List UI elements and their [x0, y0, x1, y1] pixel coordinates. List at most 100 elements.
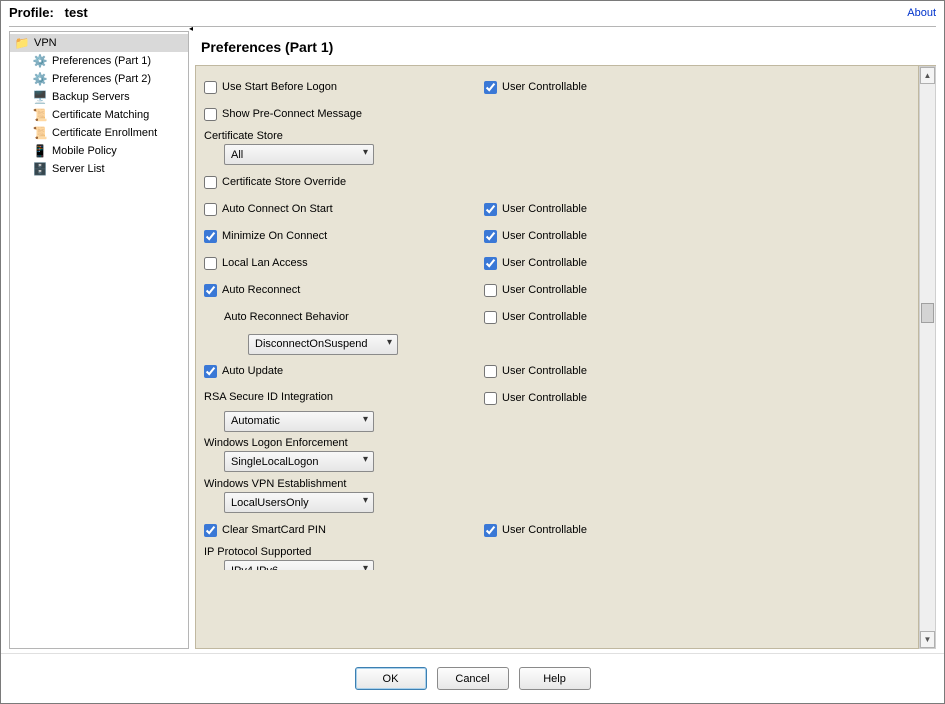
show-pre-connect-checkbox[interactable]: Show Pre-Connect Message: [204, 108, 362, 121]
cancel-button[interactable]: Cancel: [437, 667, 509, 690]
about-link[interactable]: About: [907, 7, 936, 19]
profile-prefix: Profile:: [9, 5, 54, 20]
tree-item-label: Certificate Matching: [52, 109, 149, 121]
auto-update-checkbox[interactable]: Auto Update: [204, 365, 283, 378]
checkbox-label: Clear SmartCard PIN: [222, 524, 326, 536]
ip-proto-select[interactable]: IPv4,IPv6: [224, 560, 374, 570]
scroll-track[interactable]: [920, 84, 935, 631]
content-pane: Preferences (Part 1) Use Start Before Lo…: [195, 31, 936, 649]
checkbox-label: User Controllable: [502, 392, 587, 404]
tree-item-label: Certificate Enrollment: [52, 127, 157, 139]
tree-root-vpn[interactable]: 📁 VPN: [10, 34, 188, 52]
rsa-select-wrap: Automatic: [224, 411, 374, 432]
win-vpn-est-label: Windows VPN Establishment: [204, 478, 910, 490]
mobile-icon: 📱: [32, 143, 48, 159]
help-button[interactable]: Help: [519, 667, 591, 690]
rsa-label: RSA Secure ID Integration: [204, 391, 484, 403]
uc-input[interactable]: [484, 284, 497, 297]
tree-item-mobile-policy[interactable]: 📱 Mobile Policy: [10, 142, 188, 160]
uc-auto-update-checkbox[interactable]: User Controllable: [484, 365, 587, 378]
profile-name: test: [65, 5, 88, 20]
uc-input[interactable]: [484, 311, 497, 324]
auto-reconnect-checkbox[interactable]: Auto Reconnect: [204, 284, 300, 297]
footer: OK Cancel Help: [1, 653, 944, 703]
win-vpn-est-select-wrap: LocalUsersOnly: [224, 492, 374, 513]
cert-store-override-checkbox[interactable]: Certificate Store Override: [204, 176, 346, 189]
uc-input[interactable]: [484, 365, 497, 378]
checkbox-label: Auto Update: [222, 365, 283, 377]
win-vpn-est-select[interactable]: LocalUsersOnly: [224, 492, 374, 513]
uc-rsa-checkbox[interactable]: User Controllable: [484, 392, 587, 405]
uc-local-lan-access-checkbox[interactable]: User Controllable: [484, 257, 587, 270]
checkbox-label: Local Lan Access: [222, 257, 308, 269]
uc-use-start-before-logon-checkbox[interactable]: User Controllable: [484, 81, 587, 94]
gear-icon: ⚙️: [32, 53, 48, 69]
tree-item-server-list[interactable]: 🗄️ Server List: [10, 160, 188, 178]
tree-item-preferences-2[interactable]: ⚙️ Preferences (Part 2): [10, 70, 188, 88]
tree-item-label: Preferences (Part 2): [52, 73, 151, 85]
auto-reconnect-behavior-select[interactable]: DisconnectOnSuspend: [248, 334, 398, 355]
clear-smartcard-pin-checkbox[interactable]: Clear SmartCard PIN: [204, 524, 326, 537]
chevron-down-icon: ▼: [924, 635, 932, 644]
uc-auto-reconnect-behavior-checkbox[interactable]: User Controllable: [484, 311, 587, 324]
uc-input[interactable]: [484, 392, 497, 405]
scroll-up-button[interactable]: ▲: [920, 67, 935, 84]
checkbox-label: User Controllable: [502, 365, 587, 377]
tree-item-label: Server List: [52, 163, 105, 175]
uc-input[interactable]: [484, 81, 497, 94]
folder-icon: 📁: [14, 35, 30, 51]
preferences-panel: Use Start Before Logon User Controllable: [195, 66, 919, 649]
checkbox-label: Show Pre-Connect Message: [222, 108, 362, 120]
tree-item-cert-enrollment[interactable]: 📜 Certificate Enrollment: [10, 124, 188, 142]
auto-update-input[interactable]: [204, 365, 217, 378]
vertical-scrollbar[interactable]: ▲ ▼: [919, 66, 936, 649]
cert-store-override-input[interactable]: [204, 176, 217, 189]
uc-input[interactable]: [484, 524, 497, 537]
checkbox-label: User Controllable: [502, 203, 587, 215]
win-logon-enf-select-wrap: SingleLocalLogon: [224, 451, 374, 472]
use-start-before-logon-input[interactable]: [204, 81, 217, 94]
win-logon-enf-label: Windows Logon Enforcement: [204, 437, 910, 449]
tree-item-backup-servers[interactable]: 🖥️ Backup Servers: [10, 88, 188, 106]
minimize-on-connect-checkbox[interactable]: Minimize On Connect: [204, 230, 327, 243]
tree-root-label: VPN: [34, 37, 57, 49]
auto-connect-on-start-input[interactable]: [204, 203, 217, 216]
uc-minimize-on-connect-checkbox[interactable]: User Controllable: [484, 230, 587, 243]
tree-item-cert-matching[interactable]: 📜 Certificate Matching: [10, 106, 188, 124]
uc-clear-smartcard-pin-checkbox[interactable]: User Controllable: [484, 524, 587, 537]
gear-icon: ⚙️: [32, 71, 48, 87]
auto-connect-on-start-checkbox[interactable]: Auto Connect On Start: [204, 203, 333, 216]
tree-item-label: Backup Servers: [52, 91, 130, 103]
tree-item-preferences-1[interactable]: ⚙️ Preferences (Part 1): [10, 52, 188, 70]
ip-proto-label: IP Protocol Supported: [204, 546, 910, 558]
checkbox-label: User Controllable: [502, 284, 587, 296]
checkbox-label: Auto Connect On Start: [222, 203, 333, 215]
tree-item-label: Mobile Policy: [52, 145, 117, 157]
ok-button[interactable]: OK: [355, 667, 427, 690]
certificate-icon: 📜: [32, 125, 48, 141]
uc-auto-reconnect-checkbox[interactable]: User Controllable: [484, 284, 587, 297]
uc-input[interactable]: [484, 257, 497, 270]
nav-tree[interactable]: 📁 VPN ⚙️ Preferences (Part 1) ⚙️ Prefere…: [9, 31, 189, 649]
checkbox-label: User Controllable: [502, 524, 587, 536]
use-start-before-logon-checkbox[interactable]: Use Start Before Logon: [204, 81, 337, 94]
rsa-select[interactable]: Automatic: [224, 411, 374, 432]
auto-reconnect-input[interactable]: [204, 284, 217, 297]
win-logon-enf-select[interactable]: SingleLocalLogon: [224, 451, 374, 472]
uc-input[interactable]: [484, 203, 497, 216]
local-lan-access-checkbox[interactable]: Local Lan Access: [204, 257, 308, 270]
scroll-thumb[interactable]: [921, 303, 934, 323]
clear-smartcard-pin-input[interactable]: [204, 524, 217, 537]
certificate-icon: 📜: [32, 107, 48, 123]
scroll-down-button[interactable]: ▼: [920, 631, 935, 648]
minimize-on-connect-input[interactable]: [204, 230, 217, 243]
show-pre-connect-input[interactable]: [204, 108, 217, 121]
uc-auto-connect-on-start-checkbox[interactable]: User Controllable: [484, 203, 587, 216]
uc-input[interactable]: [484, 230, 497, 243]
cert-store-select[interactable]: All: [224, 144, 374, 165]
local-lan-access-input[interactable]: [204, 257, 217, 270]
checkbox-label: Use Start Before Logon: [222, 81, 337, 93]
chevron-up-icon: ▲: [924, 71, 932, 80]
tree-item-label: Preferences (Part 1): [52, 55, 151, 67]
body-split: 📁 VPN ⚙️ Preferences (Part 1) ⚙️ Prefere…: [9, 26, 936, 653]
